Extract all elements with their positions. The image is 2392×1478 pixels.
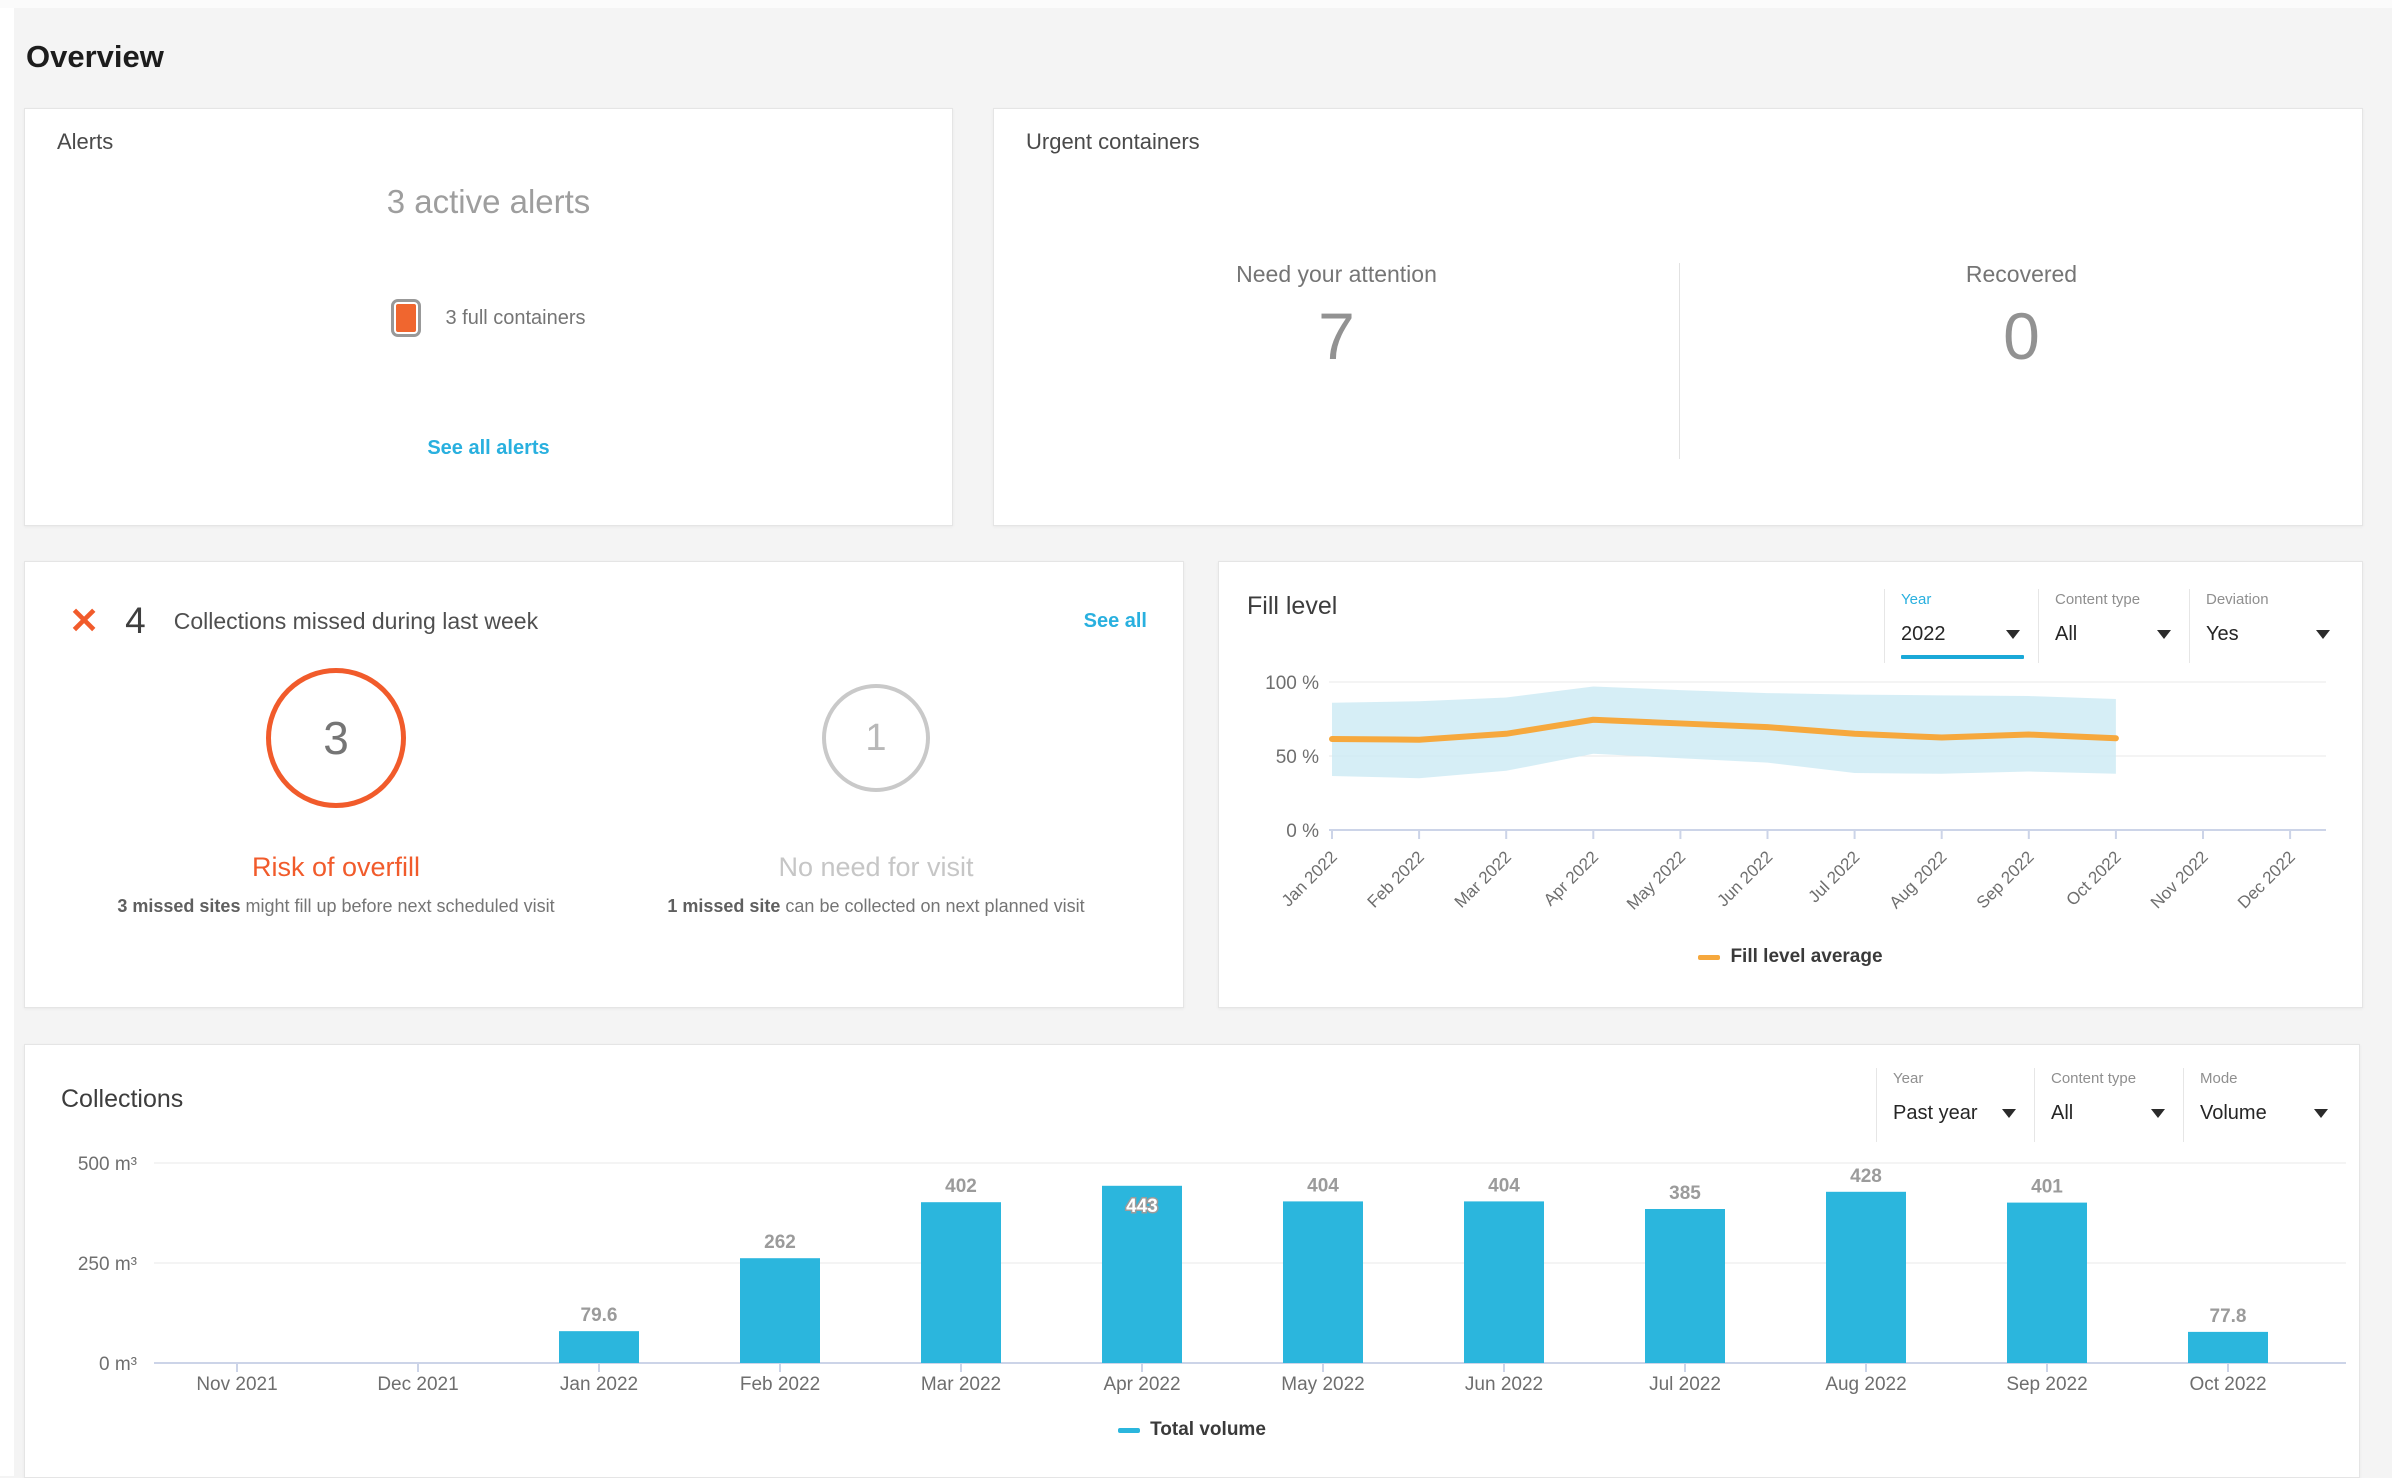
alerts-card: Alerts 3 active alerts 3 full containers…: [24, 108, 953, 526]
x-axis-tick-label: Mar 2022: [1451, 847, 1515, 911]
recovered-value: 0: [1679, 298, 2364, 374]
urgent-card-title: Urgent containers: [1026, 129, 1200, 155]
x-axis-tick-label: Apr 2022: [1540, 847, 1602, 909]
see-all-alerts-link[interactable]: See all alerts: [427, 437, 549, 459]
x-axis-tick-label: Mar 2022: [921, 1374, 1001, 1395]
bar-aug-2022[interactable]: [1826, 1192, 1906, 1363]
urgent-containers-card: Urgent containers Need your attention 7 …: [993, 108, 2363, 526]
x-axis-tick-label: Nov 2021: [196, 1374, 277, 1395]
deviation-band: [1332, 686, 2116, 778]
see-all-missed-link[interactable]: See all: [1084, 610, 1147, 632]
need-attention-label: Need your attention: [994, 261, 1679, 288]
full-container-icon: [391, 299, 421, 337]
bar-jul-2022[interactable]: [1645, 1209, 1725, 1363]
y-axis-tick-label: 100 %: [1265, 673, 1319, 694]
x-axis-tick-label: Dec 2022: [2234, 847, 2299, 912]
bar-value-label: 428: [1850, 1166, 1882, 1187]
need-attention-column: Need your attention 7: [994, 261, 1679, 374]
x-axis-tick-label: Apr 2022: [1103, 1374, 1180, 1395]
fill-level-chart: 100 % 50 % 0 % Jan 2022 Feb 2022 Mar 2022 Apr …: [1219, 562, 2362, 1007]
x-axis-tick-label: Jan 2022: [1278, 847, 1341, 910]
column-divider: [1679, 263, 1680, 459]
top-gutter: [0, 0, 2392, 8]
risk-of-overfill-circle: 3: [266, 668, 406, 808]
need-attention-value: 7: [994, 298, 1679, 374]
missed-count: 4: [125, 600, 146, 642]
no-need-for-visit-label: No need for visit: [641, 852, 1111, 883]
x-axis-tick-label: Aug 2022: [1825, 1374, 1906, 1395]
bar-jan-2022[interactable]: [559, 1331, 639, 1363]
collections-card: Collections YearPast yearContent typeAll…: [24, 1044, 2360, 1478]
x-axis-tick-label: Feb 2022: [740, 1374, 820, 1395]
y-axis-tick-label: 250 m³: [78, 1254, 137, 1275]
bar-value-label: 262: [764, 1232, 796, 1253]
collections-missed-card: ✕ 4 Collections missed during last week …: [24, 561, 1184, 1008]
x-axis-tick-label: Sep 2022: [2006, 1374, 2087, 1395]
bar-value-label: 385: [1669, 1183, 1701, 1204]
x-axis-tick-label: Aug 2022: [1886, 847, 1951, 912]
x-axis-tick-label: Jun 2022: [1465, 1374, 1543, 1395]
bar-value-label-highlighted: 443: [1126, 1196, 1158, 1217]
bar-value-label: 404: [1307, 1175, 1339, 1196]
x-axis-tick-label: Jan 2022: [560, 1374, 638, 1395]
x-axis-tick-label: Dec 2021: [377, 1374, 458, 1395]
collections-legend: Total volume: [25, 1419, 2359, 1441]
risk-of-overfill-count: 3: [323, 711, 349, 765]
y-axis-tick-label: 0 %: [1286, 821, 1319, 842]
active-alerts-summary: 3 active alerts: [25, 183, 952, 221]
x-axis-tick-label: Jul 2022: [1805, 847, 1864, 906]
y-axis-tick-label: 50 %: [1276, 747, 1319, 768]
missed-header: ✕ 4 Collections missed during last week: [69, 600, 538, 642]
bar-value-label: 401: [2031, 1177, 2063, 1198]
collections-chart: 500 m³ 250 m³ 0 m³ Nov 2021 Dec 2021 Jan 2022…: [25, 1045, 2359, 1477]
y-axis-tick-label: 0 m³: [99, 1354, 137, 1375]
x-axis-tick-label: Oct 2022: [2189, 1374, 2266, 1395]
missed-title: Collections missed during last week: [174, 608, 538, 635]
bar-value-label: 402: [945, 1176, 977, 1197]
bar-may-2022[interactable]: [1283, 1201, 1363, 1363]
x-axis-tick-label: Sep 2022: [1973, 847, 2038, 912]
x-axis-tick-label: May 2022: [1623, 847, 1689, 913]
y-axis-tick-label: 500 m³: [78, 1154, 137, 1175]
bar-mar-2022[interactable]: [921, 1202, 1001, 1363]
no-need-for-visit-description: 1 missed site can be collected on next p…: [496, 894, 1256, 919]
left-gutter: [0, 0, 14, 1476]
recovered-column: Recovered 0: [1679, 261, 2364, 374]
no-need-for-visit-count: 1: [865, 717, 886, 760]
bar-value-label: 77.8: [2210, 1306, 2247, 1327]
x-axis-tick-label: Feb 2022: [1364, 847, 1428, 911]
bar-value-label: 79.6: [581, 1305, 618, 1326]
x-axis-tick-label: Jul 2022: [1649, 1374, 1721, 1395]
risk-of-overfill-label: Risk of overfill: [101, 852, 571, 883]
recovered-label: Recovered: [1679, 261, 2364, 288]
full-containers-label: 3 full containers: [445, 307, 585, 330]
alerts-card-title: Alerts: [57, 129, 113, 155]
page-title: Overview: [26, 39, 164, 75]
no-need-for-visit-circle: 1: [822, 684, 930, 792]
close-icon: ✕: [69, 603, 99, 639]
collections-legend-dash-icon: [1118, 1428, 1140, 1433]
fill-level-legend: Fill level average: [1219, 946, 2362, 968]
x-axis-tick-label: Nov 2022: [2147, 847, 2212, 912]
x-axis-tick-label: May 2022: [1281, 1374, 1364, 1395]
bar-jun-2022[interactable]: [1464, 1201, 1544, 1363]
x-axis-tick-label: Oct 2022: [2063, 847, 2125, 909]
collections-legend-label: Total volume: [1150, 1419, 1266, 1441]
bar-value-label: 404: [1488, 1175, 1520, 1196]
bar-sep-2022[interactable]: [2007, 1203, 2087, 1363]
bar-feb-2022[interactable]: [740, 1258, 820, 1363]
fill-level-legend-dash-icon: [1698, 955, 1720, 960]
fill-level-legend-label: Fill level average: [1730, 946, 1882, 968]
x-axis-tick-label: Jun 2022: [1713, 847, 1776, 910]
fill-level-card: Fill level Year2022Content typeAllDeviat…: [1218, 561, 2363, 1008]
bar-oct-2022[interactable]: [2188, 1332, 2268, 1363]
full-containers-row: 3 full containers: [25, 299, 952, 337]
